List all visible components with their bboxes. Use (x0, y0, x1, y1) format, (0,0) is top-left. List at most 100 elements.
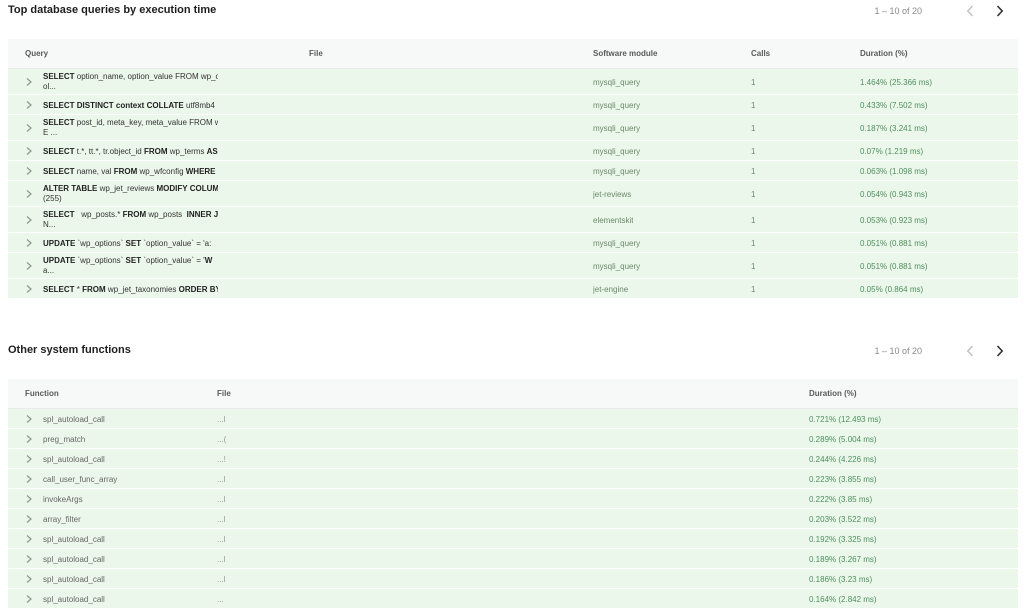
software-module-cell: jet-engine (593, 285, 629, 294)
duration-cell: 0.433% (7.502 ms) (860, 101, 928, 110)
table-row[interactable]: spl_autoload_call...! 0.244% (4.226 ms) (8, 449, 1018, 469)
table-row[interactable]: spl_autoload_call ...l 0.721% (12.493 ms) (8, 409, 1018, 429)
col-calls[interactable]: Calls (751, 49, 770, 58)
chevron-left-icon (966, 345, 974, 357)
file-cell: ... (217, 595, 224, 604)
query-token: name, val (74, 167, 114, 176)
chevron-right-icon[interactable] (24, 77, 34, 87)
software-module-cell: mysqli_query (593, 124, 641, 133)
query-text-continuation: a... (43, 266, 55, 275)
queries-table: Query File Software module Calls Duratio… (8, 39, 1018, 299)
col-file[interactable]: File (309, 49, 323, 58)
query-token: ORDER BY (178, 285, 218, 294)
chevron-right-icon[interactable] (24, 100, 34, 110)
function-name-cell: spl_autoload_call (43, 455, 105, 464)
functions-next-page-button[interactable] (992, 343, 1008, 359)
query-token: UPDATE (43, 256, 76, 265)
table-row[interactable]: preg_match ...(0.289% (5.004 ms) (8, 429, 1018, 449)
query-text: SELECT t.*, tt.*, tr.object_id FROM wp_t… (43, 147, 218, 157)
queries-next-page-button[interactable] (992, 3, 1008, 19)
chevron-right-icon[interactable] (24, 146, 34, 156)
table-row[interactable]: array_filter ...l 0.203% (3.522 ms) (8, 509, 1018, 529)
query-token: SELECT (43, 167, 75, 176)
software-module-cell: mysqli_query (593, 78, 641, 87)
function-name-cell: array_filter (43, 515, 81, 524)
chevron-right-icon[interactable] (24, 494, 34, 504)
table-row[interactable]: spl_autoload_call ...l 0.192% (3.325 ms) (8, 529, 1018, 549)
chevron-right-icon[interactable] (24, 215, 34, 225)
table-row[interactable]: SELECT wp_posts.* FROM wp_posts INNER JO… (8, 207, 1018, 233)
chevron-right-icon[interactable] (24, 434, 34, 444)
chevron-right-icon[interactable] (24, 238, 34, 248)
query-token: SET (125, 256, 142, 265)
chevron-right-icon[interactable] (24, 123, 34, 133)
query-text: ALTER TABLE wp_jet_reviews MODIFY COLUMN… (43, 184, 218, 204)
query-token: `wp_options` (75, 239, 126, 248)
functions-section: Other system functions 1 – 10 of 20 Func… (0, 340, 1024, 609)
chevron-right-icon[interactable] (24, 261, 34, 271)
query-token: MODIFY COLUMN (156, 184, 218, 193)
query-token: wp_wfconfig (137, 167, 186, 176)
function-name-cell: invokeArgs (43, 495, 83, 504)
col-duration[interactable]: Duration (%) (860, 49, 908, 58)
table-row[interactable]: ALTER TABLE wp_jet_reviews MODIFY COLUMN… (8, 181, 1018, 207)
calls-cell: 1 (751, 190, 756, 199)
table-row[interactable]: SELECT post_id, meta_key, meta_value FRO… (8, 115, 1018, 141)
query-token: post_id, meta_key, meta_value FROM wp (74, 118, 218, 127)
queries-prev-page-button[interactable] (962, 3, 978, 19)
chevron-right-icon[interactable] (24, 454, 34, 464)
chevron-right-icon[interactable] (24, 166, 34, 176)
calls-cell: 1 (751, 262, 756, 271)
chevron-right-icon[interactable] (24, 554, 34, 564)
query-token: SELECT DISTINCT context COLLATE (43, 101, 184, 110)
queries-table-header: Query File Software module Calls Duratio… (8, 39, 1018, 69)
query-text-continuation: (255) (43, 194, 62, 203)
file-cell: ...l (217, 515, 226, 524)
col-file[interactable]: File (217, 389, 231, 398)
software-module-cell: mysqli_query (593, 262, 641, 271)
file-cell: ...l (217, 475, 226, 484)
col-duration[interactable]: Duration (%) (809, 389, 857, 398)
col-software-module[interactable]: Software module (593, 49, 657, 58)
duration-cell: 0.289% (5.004 ms) (809, 435, 877, 444)
chevron-right-icon[interactable] (24, 189, 34, 199)
table-row[interactable]: UPDATE `wp_options` SET `option_value` =… (8, 233, 1018, 253)
duration-cell: 0.054% (0.943 ms) (860, 190, 928, 199)
table-row[interactable]: spl_autoload_call... 0.164% (2.842 ms) (8, 589, 1018, 609)
query-text-continuation: N... (43, 220, 56, 229)
chevron-right-icon[interactable] (24, 534, 34, 544)
table-row[interactable]: SELECT * FROM wp_jet_taxonomies ORDER BY… (8, 279, 1018, 299)
functions-table-header: Function File Duration (%) (8, 379, 1018, 409)
table-row[interactable]: invokeArgs ...l 0.222% (3.85 ms) (8, 489, 1018, 509)
col-function[interactable]: Function (25, 389, 59, 398)
table-row[interactable]: UPDATE `wp_options` SET `option_value` =… (8, 253, 1018, 279)
query-token: ALTER TABLE (43, 184, 98, 193)
functions-title: Other system functions (8, 344, 131, 356)
functions-prev-page-button[interactable] (962, 343, 978, 359)
function-name-cell: spl_autoload_call (43, 555, 105, 564)
chevron-right-icon[interactable] (24, 474, 34, 484)
query-text: UPDATE `wp_options` SET `option_value` =… (43, 256, 218, 276)
table-row[interactable]: SELECT DISTINCT context COLLATE utf8mb4 m… (8, 95, 1018, 115)
col-query[interactable]: Query (25, 49, 48, 58)
query-token: FROM (82, 285, 106, 294)
table-row[interactable]: spl_autoload_call ...l 0.189% (3.267 ms) (8, 549, 1018, 569)
table-row[interactable]: SELECT name, val FROM wp_wfconfig WHERE … (8, 161, 1018, 181)
query-token: W (204, 256, 213, 265)
table-row[interactable]: call_user_func_array ...l 0.223% (3.855 ms… (8, 469, 1018, 489)
software-module-cell: mysqli_query (593, 147, 641, 156)
function-name-cell: spl_autoload_call (43, 595, 105, 604)
chevron-right-icon[interactable] (24, 594, 34, 604)
file-cell: ...l (217, 555, 226, 564)
query-token: SELECT (43, 147, 75, 156)
duration-cell: 0.244% (4.226 ms) (809, 455, 877, 464)
chevron-right-icon[interactable] (24, 284, 34, 294)
table-row[interactable]: SELECT option_name, option_value FROM wp… (8, 69, 1018, 95)
query-token: SELECT (43, 118, 75, 127)
query-text-continuation: ol... (43, 82, 56, 91)
chevron-right-icon[interactable] (24, 414, 34, 424)
chevron-right-icon[interactable] (24, 574, 34, 584)
chevron-right-icon[interactable] (24, 514, 34, 524)
table-row[interactable]: SELECT t.*, tt.*, tr.object_id FROM wp_t… (8, 141, 1018, 161)
table-row[interactable]: spl_autoload_call ...l 0.186% (3.23 ms) (8, 569, 1018, 589)
